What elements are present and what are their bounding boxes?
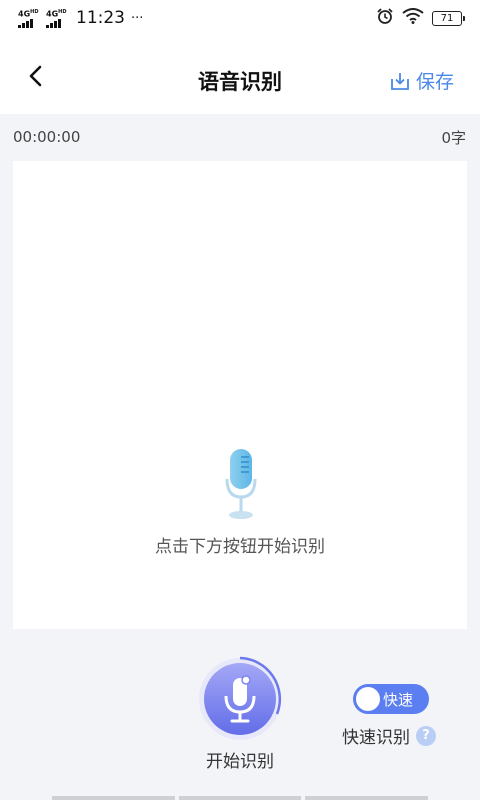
toggle-knob — [356, 687, 380, 711]
cellular-signal-icon: 4GHD — [18, 8, 40, 28]
recording-duration: 00:00:00 — [13, 128, 81, 146]
toggle-text: 快速 — [383, 691, 414, 709]
status-time: 11:23 — [76, 8, 125, 28]
cellular-signal-icon: 4GHD — [46, 8, 68, 28]
bottom-edge-bars — [52, 796, 429, 800]
download-icon — [391, 72, 409, 90]
status-bar: 4GHD 4GHD 11:23 ··· 71 — [0, 0, 480, 36]
microphone-icon — [225, 449, 257, 519]
start-hint: 点击下方按钮开始识别 — [155, 537, 325, 557]
status-more-indicator: ··· — [131, 10, 144, 26]
character-count: 0字 — [441, 128, 466, 147]
fast-recognition-row: 快速识别 ? — [342, 723, 436, 748]
save-label: 保存 — [415, 71, 454, 93]
status-left: 4GHD 4GHD 11:23 ··· — [18, 8, 143, 28]
wifi-icon — [402, 7, 424, 29]
alarm-icon — [376, 7, 394, 30]
save-button[interactable]: 保存 — [390, 67, 454, 94]
app-header: 语音识别 保存 — [0, 36, 480, 114]
transcript-area[interactable]: 点击下方按钮开始识别 — [13, 161, 467, 629]
start-recognition-button[interactable] — [197, 656, 283, 742]
battery-indicator: 71 — [432, 10, 465, 26]
info-row: 00:00:00 0字 — [0, 114, 480, 160]
status-right: 71 — [376, 7, 465, 30]
fast-recognition-label: 快速识别 — [342, 728, 410, 748]
record-button-graphic — [199, 656, 282, 740]
help-icon[interactable]: ? — [416, 725, 436, 746]
start-recognition-label: 开始识别 — [206, 752, 274, 772]
fast-recognition-toggle[interactable]: 快速 — [353, 684, 429, 714]
